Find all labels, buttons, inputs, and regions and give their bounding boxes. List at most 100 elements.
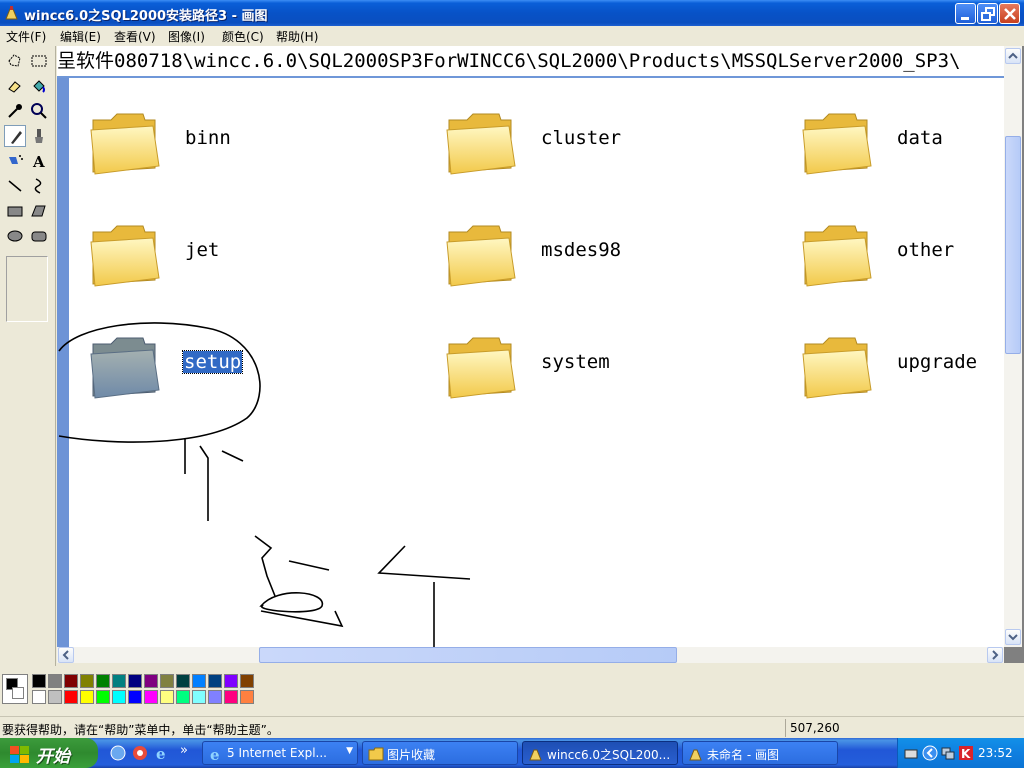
color-swatch[interactable] (160, 674, 174, 688)
vertical-scrollbar[interactable] (1004, 46, 1022, 647)
network-icon[interactable] (940, 745, 956, 761)
color-swatch[interactable] (64, 674, 78, 688)
magnifier-tool[interactable] (28, 100, 50, 122)
rectangle-tool[interactable] (4, 200, 26, 222)
svg-text:A: A (32, 153, 45, 170)
text-icon: A (32, 153, 45, 170)
brush-icon (35, 129, 43, 143)
color-swatch[interactable] (128, 690, 142, 704)
arrow-down-icon (1008, 634, 1018, 641)
start-button[interactable]: 开始 (0, 738, 98, 768)
color-swatch[interactable] (144, 674, 158, 688)
free-select-icon (8, 54, 21, 67)
paint-icon (529, 749, 542, 761)
ellipse-icon (7, 230, 23, 242)
color-swatch[interactable] (32, 674, 46, 688)
pick-color-tool[interactable] (4, 100, 26, 122)
menu-file[interactable]: 文件(F) (6, 28, 46, 45)
rounded-rect-tool[interactable] (28, 225, 50, 247)
color-swatch[interactable] (32, 690, 46, 704)
quicklaunch-browser-icon[interactable] (132, 745, 148, 761)
color-swatch[interactable] (192, 690, 206, 704)
quicklaunch-desktop-icon[interactable] (110, 745, 126, 761)
horizontal-scroll-thumb[interactable] (259, 647, 677, 663)
vertical-scroll-thumb[interactable] (1005, 136, 1021, 354)
pencil-tool[interactable] (4, 125, 26, 147)
tray-arrow-icon[interactable] (922, 745, 938, 761)
color-swatch[interactable] (64, 690, 78, 704)
antivirus-icon[interactable]: K (958, 745, 974, 761)
task-label: 5 Internet Expl... (227, 746, 327, 760)
pencil-icon (11, 131, 22, 144)
menu-edit[interactable]: 编辑(E) (60, 28, 101, 45)
chevron-down-icon: ▼ (346, 746, 353, 756)
polygon-tool[interactable] (28, 200, 50, 222)
scroll-left-button[interactable] (58, 647, 74, 663)
menu-image[interactable]: 图像(I) (168, 28, 205, 45)
line-tool[interactable] (4, 175, 26, 197)
horizontal-scrollbar[interactable] (57, 647, 1004, 663)
toolbox: A (0, 46, 56, 666)
rect-select-icon (31, 55, 47, 67)
task-label: 图片收藏 (387, 748, 436, 762)
curve-tool[interactable] (28, 175, 50, 197)
scroll-up-button[interactable] (1005, 48, 1021, 64)
arrow-up-icon (1008, 52, 1018, 59)
color-swatch[interactable] (112, 674, 126, 688)
status-bar: 要获得帮助，请在“帮助”菜单中，单击“帮助主题”。 507,260 (0, 716, 1024, 738)
free-select-tool[interactable] (4, 50, 26, 72)
menu-help[interactable]: 帮助(H) (276, 28, 318, 45)
paint-icon (689, 749, 702, 761)
color-swatch[interactable] (208, 690, 222, 704)
title-bar[interactable]: wincc6.0之SQL2000安装路径3 - 画图 (0, 0, 1024, 26)
color-swatch[interactable] (224, 674, 238, 688)
task-button-wincc-paint[interactable]: wincc6.0之SQL200... (522, 741, 678, 765)
keyboard-icon[interactable] (904, 746, 918, 760)
menu-view[interactable]: 查看(V) (114, 28, 156, 45)
tool-options-box[interactable] (6, 256, 48, 322)
window-title: wincc6.0之SQL2000安装路径3 - 画图 (24, 9, 268, 24)
color-swatch[interactable] (80, 674, 94, 688)
ellipse-tool[interactable] (4, 225, 26, 247)
airbrush-tool[interactable] (4, 150, 26, 172)
drawing-canvas[interactable]: 呈软件080718\wincc.6.0\SQL2000SP3ForWINCC6\… (57, 46, 1004, 647)
text-tool[interactable]: A (28, 150, 50, 172)
minimize-button[interactable] (955, 3, 976, 24)
task-button-pictures[interactable]: 图片收藏 (362, 741, 518, 765)
fill-tool[interactable] (28, 75, 50, 97)
restore-button[interactable] (977, 3, 998, 24)
rect-select-tool[interactable] (28, 50, 50, 72)
color-swatch[interactable] (144, 690, 158, 704)
scroll-right-button[interactable] (987, 647, 1003, 663)
task-button-ie[interactable]: e 5 Internet Expl... ▼ (202, 741, 358, 765)
menu-colors[interactable]: 颜色(C) (222, 28, 264, 45)
eyedropper-icon (8, 104, 22, 118)
color-swatch[interactable] (192, 674, 206, 688)
color-swatch[interactable] (80, 690, 94, 704)
color-swatch[interactable] (240, 674, 254, 688)
eraser-tool[interactable] (4, 75, 26, 97)
brush-tool[interactable] (28, 125, 50, 147)
color-swatch[interactable] (240, 690, 254, 704)
quicklaunch-more-icon[interactable]: » (180, 743, 188, 758)
color-swatch[interactable] (160, 690, 174, 704)
color-swatch[interactable] (176, 690, 190, 704)
color-swatch[interactable] (48, 690, 62, 704)
status-help-text: 要获得帮助，请在“帮助”菜单中，单击“帮助主题”。 (2, 723, 279, 737)
color-swatch[interactable] (176, 674, 190, 688)
scroll-down-button[interactable] (1005, 629, 1021, 645)
close-button[interactable] (999, 3, 1020, 24)
quicklaunch-ie-icon[interactable]: e (154, 745, 170, 761)
svg-text:K: K (961, 747, 971, 761)
color-swatch[interactable] (224, 690, 238, 704)
color-swatch[interactable] (128, 674, 142, 688)
svg-text:e: e (210, 746, 220, 762)
color-swatch[interactable] (112, 690, 126, 704)
current-colors-box (2, 674, 28, 704)
color-swatch[interactable] (96, 690, 110, 704)
rounded-rect-icon (31, 231, 47, 242)
color-swatch[interactable] (48, 674, 62, 688)
task-button-untitled-paint[interactable]: 未命名 - 画图 (682, 741, 838, 765)
color-swatch[interactable] (96, 674, 110, 688)
color-swatch[interactable] (208, 674, 222, 688)
